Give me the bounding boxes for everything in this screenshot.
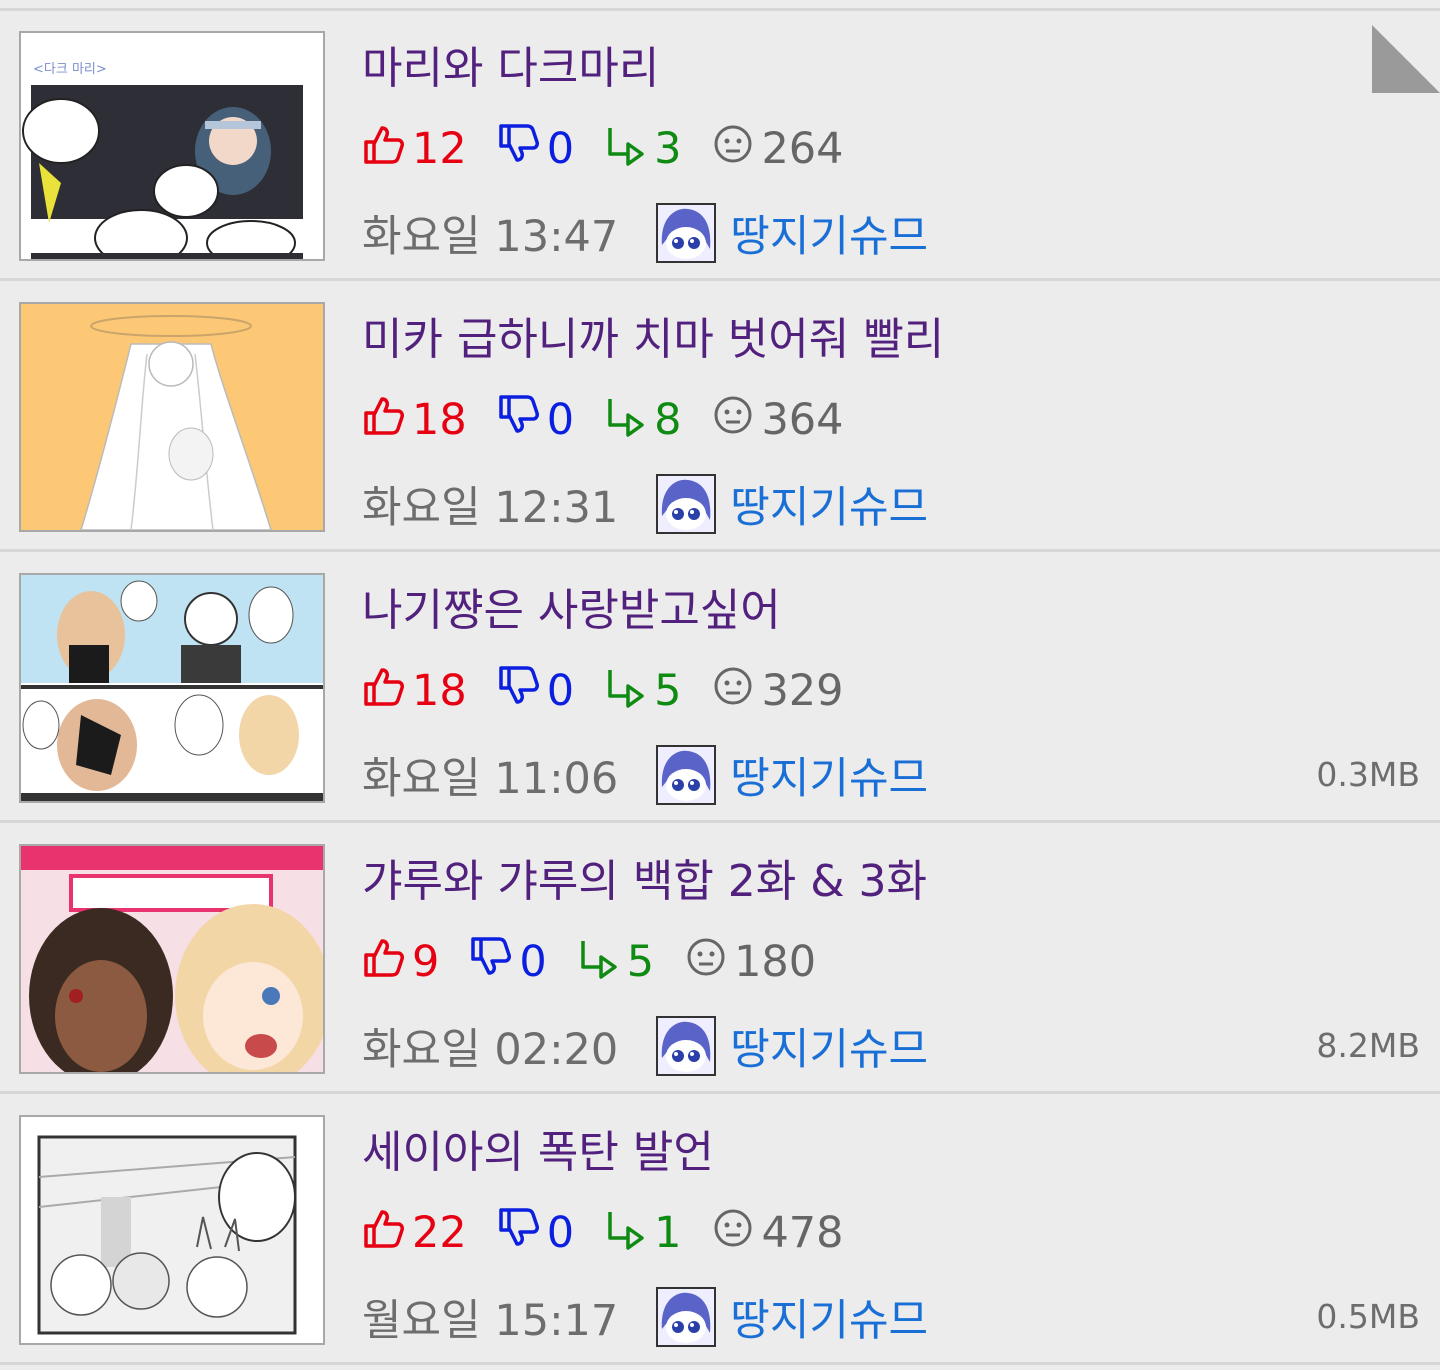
post-list: <다크 마리> 마리와 다크마리 12 0 3 264 화요일 13:47 땅지… [0,0,1440,1370]
face-icon [711,664,755,719]
thumbs-down-icon [497,1206,541,1261]
post-time: 화요일 11:06 [362,754,619,804]
post-item[interactable]: 세이아의 폭탄 발언 22 0 1 478 월요일 15:17 땅지기슈므 0.… [0,1095,1440,1365]
post-title[interactable]: 미카 급하니까 치마 벗어줘 빨리 [362,314,944,366]
comment-count: 5 [604,664,681,719]
reply-arrow-icon [604,122,648,177]
post-thumbnail[interactable] [19,844,325,1074]
reply-arrow-icon [604,664,648,719]
post-meta: 화요일 12:31 땅지기슈므 [362,472,928,536]
author-name[interactable]: 땅지기슈므 [730,1015,928,1077]
view-count: 264 [711,122,844,177]
view-count: 478 [711,1206,844,1261]
new-post-corner-icon [1372,25,1440,93]
post-meta: 화요일 02:20 땅지기슈므 [362,1014,928,1078]
post-stats: 22 0 1 478 [362,1207,874,1259]
author-avatar[interactable] [656,745,717,805]
post-time: 화요일 12:31 [362,483,619,533]
like-count: 18 [362,393,467,448]
post-meta: 화요일 11:06 땅지기슈므 [362,743,928,807]
post-item[interactable]: <다크 마리> 마리와 다크마리 12 0 3 264 화요일 13:47 땅지… [0,11,1440,281]
post-item[interactable]: 갸루와 갸루의 백합 2화 & 3화 9 0 5 180 화요일 02:20 땅… [0,824,1440,1094]
post-title[interactable]: 갸루와 갸루의 백합 2화 & 3화 [362,856,927,908]
thumbs-up-icon [362,664,406,719]
comment-count: 3 [604,122,681,177]
like-count: 9 [362,935,439,990]
post-stats: 12 0 3 264 [362,123,874,175]
dislike-count: 0 [497,122,574,177]
post-thumbnail[interactable] [19,1115,325,1345]
like-count: 18 [362,664,467,719]
dislike-count: 0 [497,664,574,719]
attachment-size: 8.2MB [1316,1026,1420,1065]
author-name[interactable]: 땅지기슈므 [730,1286,928,1348]
post-thumbnail[interactable] [19,302,325,532]
thumbs-down-icon [497,122,541,177]
author-avatar[interactable] [656,474,717,534]
dislike-count: 0 [497,1206,574,1261]
post-title[interactable]: 세이아의 폭탄 발언 [362,1127,714,1179]
post-meta: 월요일 15:17 땅지기슈므 [362,1285,928,1349]
face-icon [684,935,728,990]
thumbs-up-icon [362,393,406,448]
author-avatar[interactable] [656,1287,717,1347]
post-thumbnail[interactable] [19,573,325,803]
thumbs-up-icon [362,1206,406,1261]
view-count: 180 [684,935,816,990]
like-count: 12 [362,122,467,177]
comment-count: 8 [604,393,681,448]
post-stats: 18 0 5 329 [362,665,874,717]
post-stats: 9 0 5 180 [362,936,846,988]
view-count: 364 [711,393,844,448]
author-avatar[interactable] [656,203,717,263]
post-stats: 18 0 8 364 [362,394,874,446]
post-title[interactable]: 나기쨩은 사랑받고싶어 [362,585,781,637]
post-meta: 화요일 13:47 땅지기슈므 [362,201,928,265]
svg-text:<다크 마리>: <다크 마리> [33,62,107,77]
reply-arrow-icon [577,935,621,990]
face-icon [711,1206,755,1261]
author-name[interactable]: 땅지기슈므 [730,744,928,806]
author-name[interactable]: 땅지기슈므 [730,202,928,264]
post-item[interactable]: 미카 급하니까 치마 벗어줘 빨리 18 0 8 364 화요일 12:31 땅… [0,282,1440,552]
like-count: 22 [362,1206,467,1261]
comment-count: 1 [604,1206,681,1261]
post-title[interactable]: 마리와 다크마리 [362,43,659,95]
post-item[interactable]: 나기쨩은 사랑받고싶어 18 0 5 329 화요일 11:06 땅지기슈므 0… [0,553,1440,823]
post-thumbnail[interactable]: <다크 마리> [19,31,325,261]
thumbs-down-icon [497,664,541,719]
dislike-count: 0 [497,393,574,448]
post-time: 화요일 13:47 [362,212,619,262]
thumbs-up-icon [362,122,406,177]
thumbs-up-icon [362,935,406,990]
thumbs-down-icon [469,935,513,990]
face-icon [711,122,755,177]
comment-count: 5 [577,935,654,990]
author-name[interactable]: 땅지기슈므 [730,473,928,535]
thumbs-down-icon [497,393,541,448]
post-time: 월요일 15:17 [362,1296,619,1346]
author-avatar[interactable] [656,1016,717,1076]
reply-arrow-icon [604,393,648,448]
attachment-size: 0.5MB [1316,1297,1420,1336]
reply-arrow-icon [604,1206,648,1261]
view-count: 329 [711,664,844,719]
dislike-count: 0 [469,935,547,990]
face-icon [711,393,755,448]
attachment-size: 0.3MB [1316,755,1420,794]
post-time: 화요일 02:20 [362,1025,619,1075]
